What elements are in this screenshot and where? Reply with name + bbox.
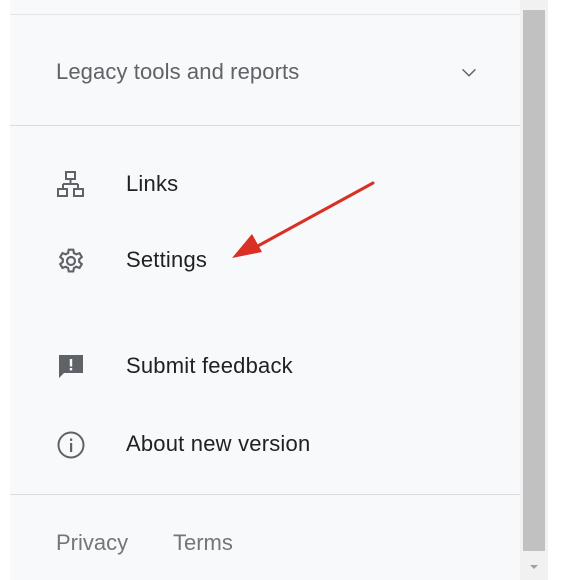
scroll-down-arrow-icon[interactable] — [523, 558, 545, 576]
scrollbar-thumb[interactable] — [523, 10, 545, 551]
sidebar-item-settings[interactable]: Settings — [10, 234, 520, 284]
sidebar-item-label: Links — [126, 171, 179, 196]
gear-icon — [58, 248, 84, 273]
sidebar-item-about-new-version[interactable]: About new version — [10, 418, 520, 468]
privacy-link[interactable]: Privacy — [56, 530, 128, 556]
sidebar-item-submit-feedback[interactable]: Submit feedback — [10, 340, 520, 390]
links-icon — [57, 171, 84, 197]
chevron-down-icon — [462, 68, 476, 77]
legacy-tools-label: Legacy tools and reports — [56, 59, 300, 84]
sidebar-item-label: Submit feedback — [126, 353, 293, 378]
sidebar-item-label: Settings — [126, 247, 208, 272]
section-divider — [10, 125, 520, 126]
sidebar-frame: Legacy tools and reports Links Settings — [0, 0, 561, 580]
info-icon — [57, 431, 85, 459]
terms-link[interactable]: Terms — [173, 530, 233, 556]
feedback-icon — [59, 355, 83, 378]
top-divider — [10, 14, 520, 15]
legacy-tools-toggle[interactable]: Legacy tools and reports — [10, 40, 520, 106]
footer-divider — [10, 494, 520, 495]
sidebar-item-label: About new version — [126, 431, 311, 456]
sidebar-item-links[interactable]: Links — [10, 158, 520, 208]
